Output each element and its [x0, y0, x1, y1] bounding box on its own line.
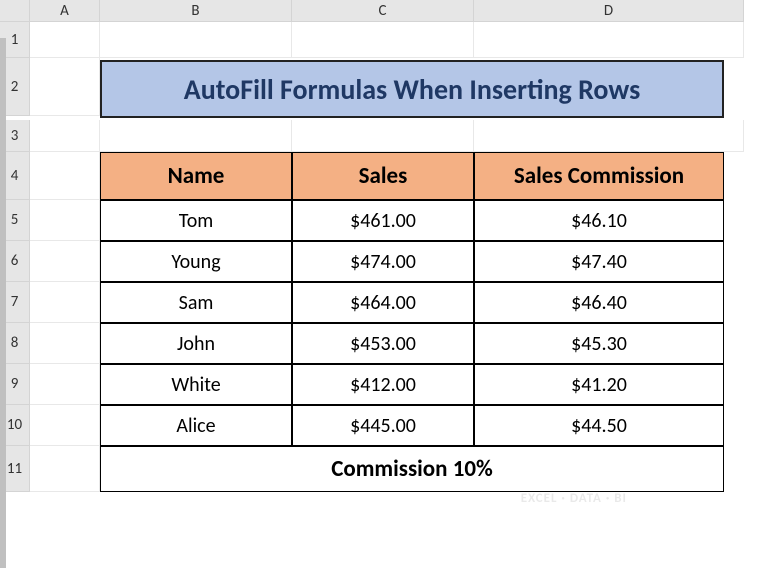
cell-D3[interactable] — [474, 120, 744, 152]
table-row[interactable]: Young — [100, 241, 292, 282]
cell-A1[interactable] — [30, 22, 100, 58]
col-header-B[interactable]: B — [100, 0, 292, 22]
cell-A7[interactable] — [30, 282, 100, 323]
cell-A5[interactable] — [30, 200, 100, 241]
table-row[interactable]: Sam — [100, 282, 292, 323]
table-row[interactable]: $46.40 — [474, 282, 724, 323]
table-row[interactable]: $46.10 — [474, 200, 724, 241]
table-row[interactable]: $47.40 — [474, 241, 724, 282]
cell-A11[interactable] — [30, 446, 100, 492]
table-row[interactable]: $45.30 — [474, 323, 724, 364]
table-row[interactable]: $445.00 — [292, 405, 474, 446]
cell-A6[interactable] — [30, 241, 100, 282]
cell-D1[interactable] — [474, 22, 744, 58]
table-row[interactable]: $41.20 — [474, 364, 724, 405]
cell-A9[interactable] — [30, 364, 100, 405]
header-sales[interactable]: Sales — [292, 152, 474, 200]
cell-A10[interactable] — [30, 405, 100, 446]
table-row[interactable]: White — [100, 364, 292, 405]
table-row[interactable]: $453.00 — [292, 323, 474, 364]
header-commission[interactable]: Sales Commission — [474, 152, 724, 200]
cell-C1[interactable] — [292, 22, 474, 58]
table-row[interactable]: $474.00 — [292, 241, 474, 282]
cell-C3[interactable] — [292, 120, 474, 152]
col-header-C[interactable]: C — [292, 0, 474, 22]
table-row[interactable]: $44.50 — [474, 405, 724, 446]
cell-A3[interactable] — [30, 120, 100, 152]
select-all-corner[interactable] — [0, 0, 30, 22]
vertical-scrollbar[interactable] — [0, 38, 6, 568]
table-row[interactable]: $461.00 — [292, 200, 474, 241]
table-row[interactable]: John — [100, 323, 292, 364]
col-header-A[interactable]: A — [30, 0, 100, 22]
col-header-D[interactable]: D — [474, 0, 744, 22]
watermark: EXCEL · DATA · BI — [521, 491, 627, 506]
table-row[interactable]: $412.00 — [292, 364, 474, 405]
title-banner[interactable]: AutoFill Formulas When Inserting Rows — [100, 60, 724, 118]
table-row[interactable]: $464.00 — [292, 282, 474, 323]
header-name[interactable]: Name — [100, 152, 292, 200]
spreadsheet-grid: A B C D 1 2 AutoFill Formulas When Inser… — [0, 0, 767, 492]
cell-A8[interactable] — [30, 323, 100, 364]
table-row[interactable]: Alice — [100, 405, 292, 446]
cell-B3[interactable] — [100, 120, 292, 152]
cell-B1[interactable] — [100, 22, 292, 58]
cell-A4[interactable] — [30, 152, 100, 200]
cell-A2[interactable] — [30, 58, 100, 116]
table-row[interactable]: Tom — [100, 200, 292, 241]
commission-footer[interactable]: Commission 10% — [100, 446, 724, 492]
